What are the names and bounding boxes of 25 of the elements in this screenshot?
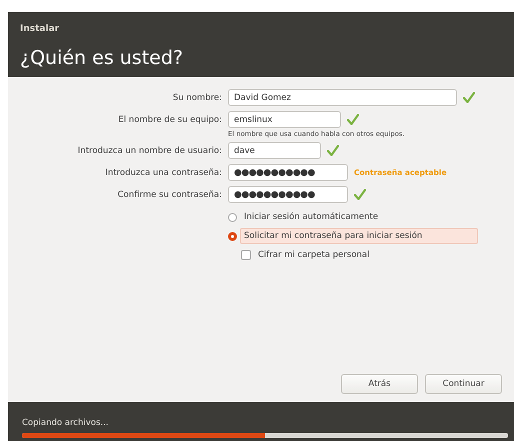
- input-field[interactable]: David Gomez: [228, 89, 457, 106]
- checkmark-icon: [327, 145, 339, 156]
- nav-button[interactable]: Atrás: [341, 374, 418, 394]
- field-label: El nombre de su equipo:: [117, 114, 222, 124]
- page-heading: ¿Quién es usted?: [20, 47, 183, 69]
- input-field[interactable]: ●●●●●●●●●●●: [228, 186, 348, 203]
- field-label: Introduzca un nombre de usuario:: [76, 146, 222, 156]
- input-field[interactable]: emslinux: [228, 111, 341, 128]
- checkbox[interactable]: [241, 250, 251, 260]
- nav-button[interactable]: Continuar: [425, 374, 502, 394]
- field-label: Introduzca una contraseña:: [104, 168, 222, 178]
- field-label: Confirme su contraseña:: [116, 190, 222, 200]
- checkmark-icon: [354, 189, 366, 200]
- field-label: Su nombre:: [172, 92, 222, 102]
- option-label[interactable]: Cifrar mi carpeta personal: [254, 247, 492, 263]
- option-label[interactable]: Iniciar sesión automáticamente: [240, 209, 478, 225]
- checkmark-icon: [463, 92, 475, 103]
- radio-button[interactable]: [228, 232, 237, 240]
- input-field[interactable]: dave: [228, 142, 321, 159]
- progress-label: Copiando archivos...: [22, 418, 108, 428]
- checkmark-icon: [347, 114, 359, 125]
- window-title: Instalar: [20, 24, 60, 34]
- radio-button[interactable]: [228, 212, 237, 222]
- input-field[interactable]: ●●●●●●●●●●●: [228, 164, 348, 181]
- option-label[interactable]: Solicitar mi contraseña para iniciar sesión: [240, 228, 478, 244]
